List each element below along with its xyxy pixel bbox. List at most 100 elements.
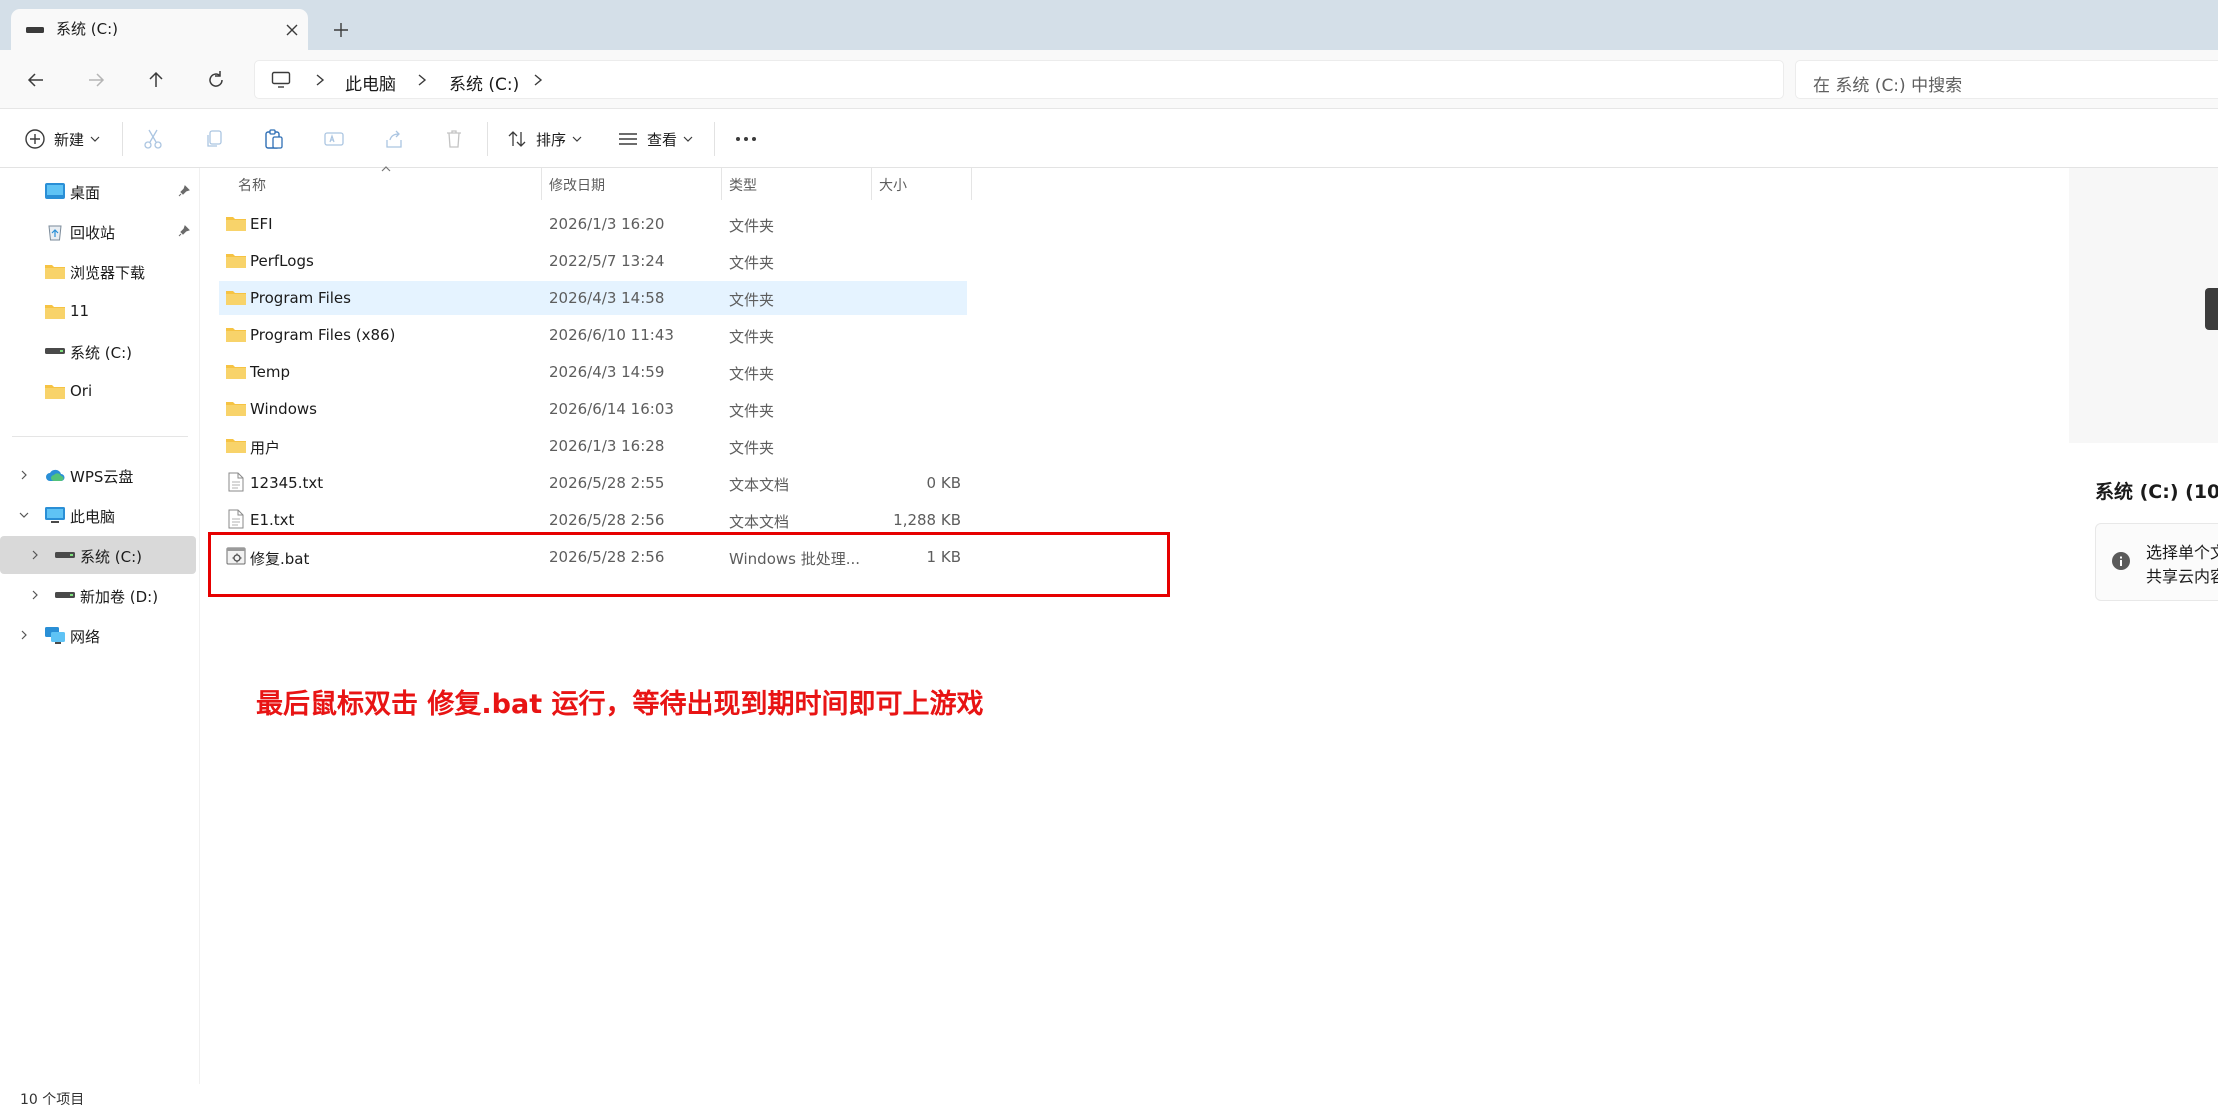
file-row-program-files[interactable]: Program Files 2026/4/3 14:58 文件夹 (219, 281, 967, 315)
tab-title: 系统 (C:) (56, 20, 118, 38)
sidebar-item-drive-c-quick[interactable]: 系统 (C:) (0, 332, 196, 370)
chevron-right-icon[interactable] (313, 72, 327, 88)
file-row-windows[interactable]: Windows 2026/6/14 16:03 文件夹 (219, 392, 967, 426)
arrow-right-icon[interactable] (84, 68, 108, 92)
plus-icon[interactable] (331, 20, 351, 40)
file-date: 2026/5/28 2:56 (549, 511, 665, 529)
column-divider[interactable] (871, 168, 872, 200)
chevron-right-icon[interactable] (18, 469, 30, 481)
column-divider[interactable] (971, 168, 972, 200)
search-input[interactable]: 在 系统 (C:) 中搜索 (1795, 60, 2218, 99)
pin-icon[interactable] (178, 225, 190, 237)
column-header-name[interactable]: 名称 (238, 175, 266, 195)
breadcrumb-drive-c[interactable]: 系统 (C:) (449, 70, 519, 95)
paste-icon (263, 128, 285, 150)
pin-icon[interactable] (178, 185, 190, 197)
folder-icon (226, 363, 246, 379)
column-header-type[interactable]: 类型 (729, 175, 757, 195)
sidebar-item-label: 11 (70, 302, 90, 320)
toolbar-divider (714, 122, 715, 156)
file-row-12345-txt[interactable]: 12345.txt 2026/5/28 2:55 文本文档 0 KB (219, 466, 967, 500)
column-header-size[interactable]: 大小 (879, 175, 907, 195)
view-button[interactable]: 查看 (617, 127, 693, 151)
navigation-pane: 桌面 回收站 浏览器下载 11 系统 (C:) Ori WPS云盘 此电脑 系统… (0, 168, 200, 1084)
address-bar[interactable]: 此电脑 系统 (C:) (254, 60, 1784, 99)
file-name: EFI (250, 215, 273, 233)
chevron-right-icon[interactable] (531, 72, 545, 88)
file-date: 2026/1/3 16:20 (549, 215, 665, 233)
command-bar: 新建 排序 查看 (0, 110, 2218, 168)
file-date: 2026/6/10 11:43 (549, 326, 674, 344)
paste-button[interactable] (263, 127, 285, 151)
preview-area (2069, 168, 2218, 443)
sidebar-item-recycle-bin[interactable]: 回收站 (0, 212, 196, 250)
sidebar-item-wps-cloud[interactable]: WPS云盘 (0, 456, 196, 494)
folder-icon (226, 289, 246, 305)
sidebar-item-11[interactable]: 11 (0, 292, 196, 330)
sidebar-item-ori[interactable]: Ori (0, 372, 196, 410)
sidebar-item-desktop[interactable]: 桌面 (0, 172, 196, 210)
column-divider[interactable] (721, 168, 722, 200)
file-name: Program Files (x86) (250, 326, 396, 344)
file-row-temp[interactable]: Temp 2026/4/3 14:59 文件夹 (219, 355, 967, 389)
chevron-down-icon (683, 135, 693, 143)
drive-icon (55, 551, 75, 559)
column-header-date[interactable]: 修改日期 (549, 175, 605, 195)
file-row-perflogs[interactable]: PerfLogs 2022/5/7 13:24 文件夹 (219, 244, 967, 278)
folder-icon (45, 303, 65, 319)
cloud-icon (45, 468, 65, 482)
drive-icon (55, 591, 75, 599)
file-row-users[interactable]: 用户 2026/1/3 16:28 文件夹 (219, 429, 967, 463)
chevron-down-icon[interactable] (18, 509, 30, 521)
details-pane: 系统 (C:) (10 个 选择单个文 共享云内容 (2066, 168, 2218, 1084)
sidebar-item-browser-downloads[interactable]: 浏览器下载 (0, 252, 196, 290)
share-icon (383, 128, 405, 150)
file-type: 文件夹 (729, 365, 775, 383)
sort-button[interactable]: 排序 (506, 127, 582, 151)
pc-icon (45, 507, 65, 524)
file-row-efi[interactable]: EFI 2026/1/3 16:20 文件夹 (219, 207, 967, 241)
chevron-right-icon[interactable] (29, 549, 41, 561)
refresh-icon[interactable] (204, 68, 228, 92)
arrow-left-icon[interactable] (24, 68, 48, 92)
cut-icon (142, 128, 164, 150)
tab-system-c[interactable]: 系统 (C:) (11, 9, 308, 50)
folder-icon (45, 383, 65, 399)
column-divider[interactable] (541, 168, 542, 200)
new-button-label: 新建 (54, 130, 85, 149)
file-date: 2026/4/3 14:58 (549, 289, 665, 307)
annotation-highlight-box (208, 532, 1170, 597)
sidebar-item-network[interactable]: 网络 (0, 616, 196, 654)
sidebar-item-label: 系统 (C:) (80, 548, 142, 566)
sort-button-label: 排序 (536, 130, 567, 149)
close-icon[interactable] (283, 21, 301, 39)
file-type: 文件夹 (729, 254, 775, 272)
chevron-right-icon[interactable] (18, 629, 30, 641)
breadcrumb-this-pc[interactable]: 此电脑 (345, 70, 396, 95)
chevron-right-icon[interactable] (415, 72, 429, 88)
share-button[interactable] (383, 127, 405, 151)
file-type: 文件夹 (729, 328, 775, 346)
delete-icon (443, 128, 465, 150)
sidebar-item-drive-d[interactable]: 新加卷 (D:) (0, 576, 196, 614)
sidebar-item-label: 桌面 (70, 184, 101, 202)
desktop-folder-icon (45, 183, 65, 199)
arrow-up-icon[interactable] (144, 68, 168, 92)
new-button[interactable]: 新建 (24, 127, 100, 151)
details-title: 系统 (C:) (10 个 (2095, 481, 2218, 503)
file-name: PerfLogs (250, 252, 314, 270)
chevron-right-icon[interactable] (29, 589, 41, 601)
rename-button[interactable] (323, 127, 345, 151)
delete-button[interactable] (443, 127, 465, 151)
sidebar-item-drive-c[interactable]: 系统 (C:) (0, 536, 196, 574)
file-name: E1.txt (250, 511, 295, 529)
navigation-bar: 此电脑 系统 (C:) 在 系统 (C:) 中搜索 (0, 50, 2218, 109)
cut-button[interactable] (142, 127, 164, 151)
file-row-program-files-x86[interactable]: Program Files (x86) 2026/6/10 11:43 文件夹 (219, 318, 967, 352)
view-button-label: 查看 (647, 130, 678, 149)
file-date: 2022/5/7 13:24 (549, 252, 665, 270)
sidebar-item-this-pc[interactable]: 此电脑 (0, 496, 196, 534)
file-date: 2026/4/3 14:59 (549, 363, 665, 381)
more-options-button[interactable] (734, 127, 758, 151)
copy-button[interactable] (203, 127, 225, 151)
